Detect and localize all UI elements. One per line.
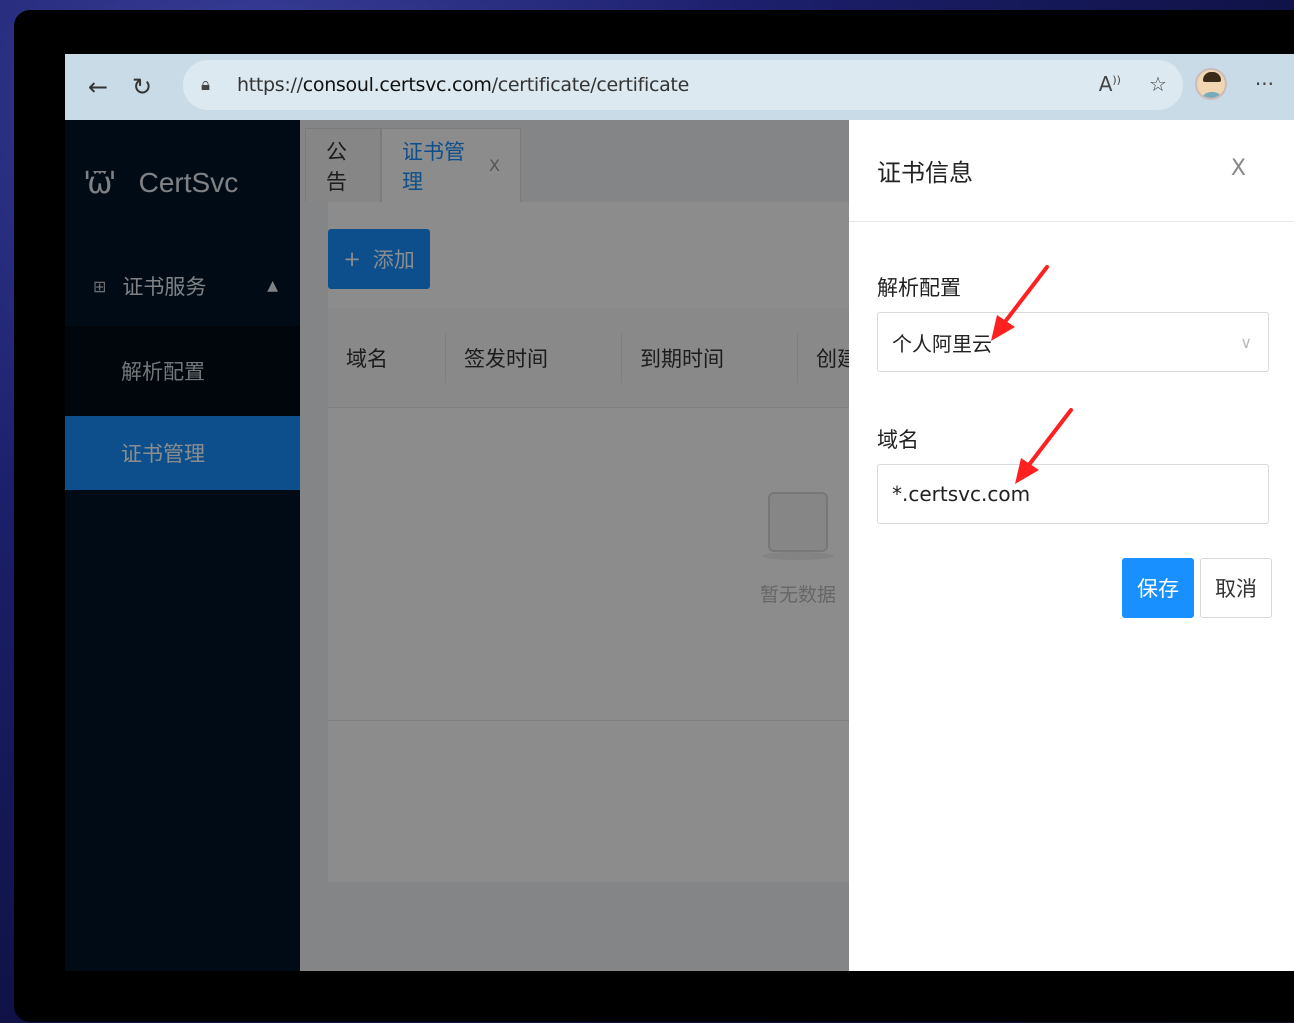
save-button[interactable]: 保存 xyxy=(1122,558,1194,618)
back-arrow-icon[interactable]: ← xyxy=(83,72,113,102)
drawer-title: 证书信息 xyxy=(877,159,973,187)
annotation-arrow-icon xyxy=(1015,408,1073,484)
drawer-actions: 保存 取消 xyxy=(1122,558,1272,618)
lock-icon[interactable]: 🔒︎ xyxy=(201,75,221,95)
drawer-header: 证书信息 X xyxy=(849,120,1294,222)
cert-info-drawer: 证书信息 X 解析配置 个人阿里云 ∨ 域名 *.certsvc.com 保存 … xyxy=(849,120,1294,971)
annotation-arrow-icon xyxy=(991,265,1049,341)
chevron-down-icon: ∨ xyxy=(1240,332,1252,352)
refresh-icon[interactable]: ↻ xyxy=(127,72,157,102)
close-icon[interactable]: X xyxy=(1231,156,1246,181)
read-aloud-icon[interactable]: A)) xyxy=(1099,72,1121,96)
favorite-star-icon[interactable]: ☆ xyxy=(1149,72,1167,96)
avatar[interactable] xyxy=(1194,68,1227,100)
cancel-button[interactable]: 取消 xyxy=(1200,558,1272,618)
more-menu-icon[interactable]: ··· xyxy=(1255,72,1274,96)
address-bar[interactable]: 🔒︎ https://consoul.certsvc.com/certifica… xyxy=(183,60,1183,110)
url-text: https://consoul.certsvc.com/certificate/… xyxy=(237,74,689,96)
browser-toolbar: ← ↻ 🔒︎ https://consoul.certsvc.com/certi… xyxy=(65,54,1294,120)
app-screen: ← ↻ 🔒︎ https://consoul.certsvc.com/certi… xyxy=(65,54,1294,971)
